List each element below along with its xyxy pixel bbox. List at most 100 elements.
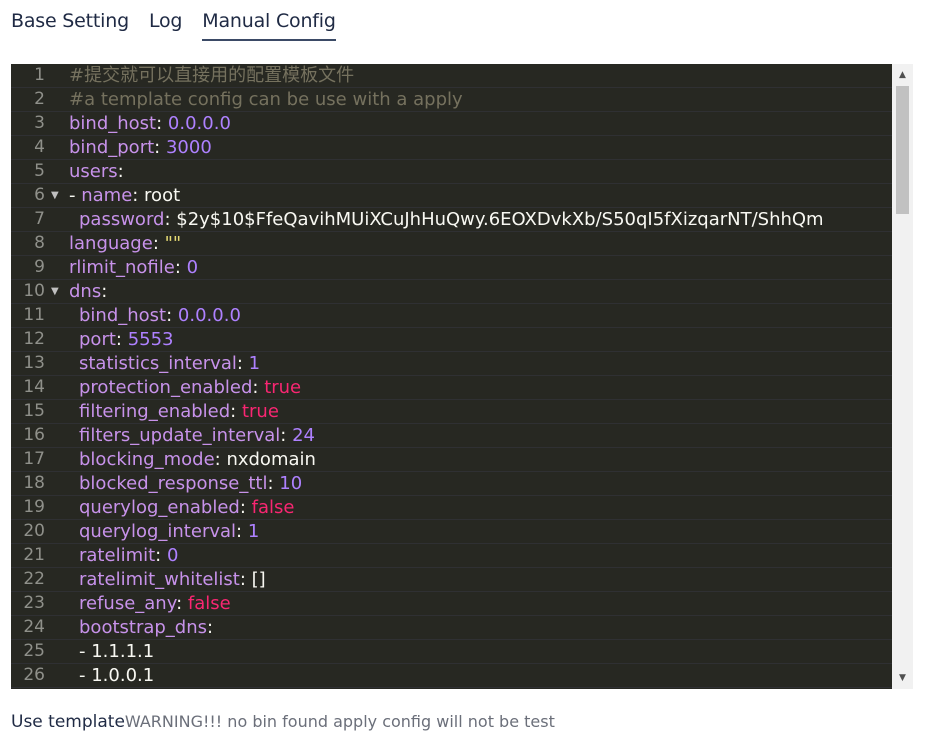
- line-number: 1: [34, 65, 45, 85]
- code-token: :: [117, 161, 124, 182]
- code-token: : root: [132, 185, 181, 206]
- code-line[interactable]: 7 password: $2y$10$FfeQavihMUiXCuJhHuQwy.…: [11, 208, 892, 232]
- tab-bar: Base Setting Log Manual Config: [11, 8, 356, 44]
- line-number: 24: [23, 617, 45, 637]
- code-line[interactable]: 25 - 1.1.1.1: [11, 640, 892, 664]
- line-number: 8: [34, 233, 45, 253]
- code-token: : $2y$10$FfeQavihMUiXCuJhHuQwy.6EOXDvkXb…: [164, 209, 824, 230]
- warning-text: WARNING!!! no bin found apply config wil…: [124, 712, 555, 731]
- line-text: bind_port: 3000: [69, 136, 212, 159]
- code-line[interactable]: 9 rlimit_nofile: 0: [11, 256, 892, 280]
- line-text: password: $2y$10$FfeQavihMUiXCuJhHuQwy.6…: [69, 208, 824, 231]
- code-token: bootstrap_dns: [79, 617, 208, 638]
- code-line[interactable]: 20 querylog_interval: 1: [11, 520, 892, 544]
- code-token: 0: [166, 545, 179, 566]
- code-token: ratelimit: [79, 545, 156, 566]
- editor-scrollbar[interactable]: ▲ ▼: [892, 64, 913, 689]
- tab-base-setting[interactable]: Base Setting: [11, 8, 129, 40]
- line-text: rlimit_nofile: 0: [69, 256, 198, 279]
- code-line[interactable]: 23 refuse_any: false: [11, 592, 892, 616]
- code-token: :: [280, 425, 293, 446]
- line-number: 18: [23, 473, 45, 493]
- code-token: port: [79, 329, 116, 350]
- code-line[interactable]: 17 blocking_mode: nxdomain: [11, 448, 892, 472]
- line-text: statistics_interval: 1: [69, 352, 260, 375]
- code-line[interactable]: 5 users:: [11, 160, 892, 184]
- code-token: -: [69, 185, 82, 206]
- code-line[interactable]: 3 bind_host: 0.0.0.0: [11, 112, 892, 136]
- code-token: 5553: [127, 329, 174, 350]
- code-line[interactable]: 12 port: 5553: [11, 328, 892, 352]
- code-line[interactable]: 15 filtering_enabled: true: [11, 400, 892, 424]
- code-token: :: [230, 401, 242, 422]
- fold-arrow-icon[interactable]: ▼: [51, 184, 59, 207]
- code-line[interactable]: 1 #提交就可以直接用的配置模板文件: [11, 64, 892, 88]
- line-number: 27: [11, 688, 45, 689]
- code-token: false: [251, 497, 295, 518]
- line-text: ratelimit: 0: [69, 544, 178, 567]
- code-line[interactable]: 13 statistics_interval: 1: [11, 352, 892, 376]
- code-token: blocked_response_ttl: [79, 473, 268, 494]
- line-number: 11: [23, 305, 45, 325]
- code-line[interactable]: 10 ▼ dns:: [11, 280, 892, 304]
- code-token: 0: [186, 257, 199, 278]
- fold-arrow-icon[interactable]: ▼: [51, 280, 59, 303]
- code-line[interactable]: 11 bind_host: 0.0.0.0: [11, 304, 892, 328]
- code-line[interactable]: 4 bind_port: 3000: [11, 136, 892, 160]
- code-line[interactable]: 18 blocked_response_ttl: 10: [11, 472, 892, 496]
- config-editor[interactable]: 1 #提交就可以直接用的配置模板文件 2 #a template config can…: [11, 64, 913, 689]
- line-text: ratelimit_whitelist: []: [69, 568, 266, 591]
- scroll-down-arrow-icon[interactable]: ▼: [892, 669, 913, 687]
- code-token: :: [155, 545, 167, 566]
- code-token: :: [252, 377, 265, 398]
- line-number: 21: [23, 545, 45, 565]
- code-line[interactable]: 26 - 1.0.0.1: [11, 664, 892, 688]
- code-token: name: [81, 185, 133, 206]
- scrollbar-thumb[interactable]: [896, 86, 909, 214]
- line-text: querylog_interval: 1: [69, 520, 259, 543]
- code-token: :: [207, 617, 214, 638]
- code-token: :: [176, 593, 188, 614]
- code-line[interactable]: 21 ratelimit: 0: [11, 544, 892, 568]
- code-token: refuse_any: [79, 593, 177, 614]
- code-token: statistics_interval: [79, 353, 237, 374]
- code-line[interactable]: 22 ratelimit_whitelist: []: [11, 568, 892, 592]
- line-text: filters_update_interval: 24: [69, 424, 315, 447]
- line-text: filtering_enabled: true: [69, 400, 279, 423]
- code-token: #提交就可以直接用的配置模板文件: [69, 65, 355, 86]
- line-number: 10: [23, 281, 45, 301]
- code-token: - 1.0.0.1: [79, 665, 155, 686]
- tab-log[interactable]: Log: [149, 8, 183, 40]
- code-line[interactable]: 16 filters_update_interval: 24: [11, 424, 892, 448]
- line-number: 6: [34, 185, 45, 205]
- line-text: refuse_any: false: [69, 592, 231, 615]
- line-text: querylog_enabled: false: [69, 496, 294, 519]
- tab-manual-config[interactable]: Manual Config: [202, 8, 336, 41]
- line-number: 3: [34, 113, 45, 133]
- line-number: 26: [23, 665, 45, 685]
- code-token: 1: [248, 353, 261, 374]
- line-text: #a template config can be use with a app…: [69, 88, 463, 111]
- scroll-up-arrow-icon[interactable]: ▲: [892, 66, 913, 84]
- line-number: 14: [23, 377, 45, 397]
- code-token: :: [267, 473, 280, 494]
- code-line[interactable]: 27: [11, 688, 892, 689]
- line-text: users:: [69, 160, 124, 183]
- code-line[interactable]: 24 bootstrap_dns:: [11, 616, 892, 640]
- use-template-link[interactable]: Use template: [11, 712, 125, 732]
- line-number: 7: [34, 209, 45, 229]
- code-line[interactable]: 2 #a template config can be use with a ap…: [11, 88, 892, 112]
- line-number: 16: [23, 425, 45, 445]
- code-area[interactable]: 1 #提交就可以直接用的配置模板文件 2 #a template config can…: [11, 64, 892, 689]
- line-text: protection_enabled: true: [69, 376, 301, 399]
- line-number: 13: [23, 353, 45, 373]
- code-line[interactable]: 6 ▼ - name: root: [11, 184, 892, 208]
- code-line[interactable]: 19 querylog_enabled: false: [11, 496, 892, 520]
- code-line[interactable]: 8 language: "": [11, 232, 892, 256]
- line-text: bootstrap_dns:: [69, 616, 213, 639]
- code-token: filters_update_interval: [79, 425, 281, 446]
- code-token: :: [239, 497, 252, 518]
- line-text: - name: root: [69, 184, 180, 207]
- code-line[interactable]: 14 protection_enabled: true: [11, 376, 892, 400]
- code-token: - 1.1.1.1: [79, 641, 155, 662]
